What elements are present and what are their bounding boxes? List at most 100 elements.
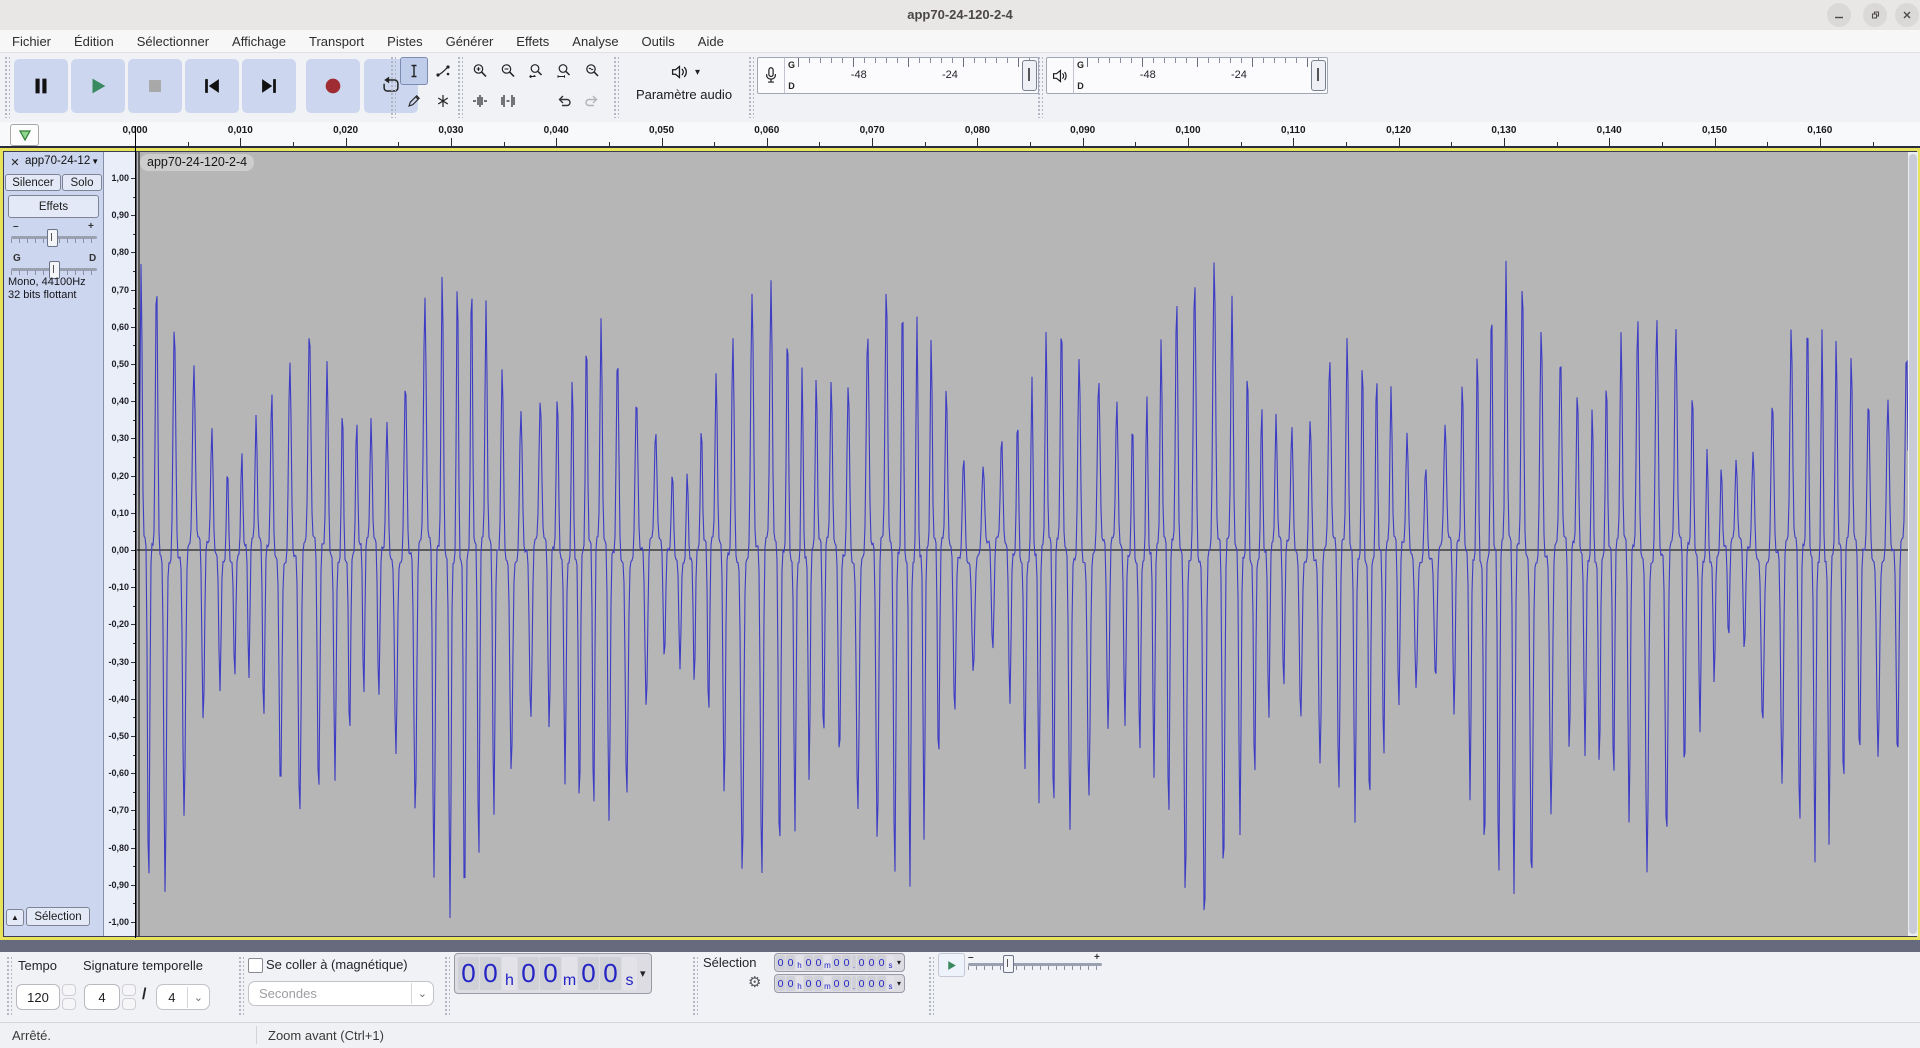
time-segment[interactable]: 0 — [578, 957, 599, 990]
time-segment[interactable]: 0 — [540, 957, 561, 990]
selection-tool-button[interactable] — [400, 57, 428, 85]
play-at-speed-button[interactable] — [938, 953, 965, 977]
chevron-down-icon[interactable]: ▾ — [897, 958, 901, 967]
selection-end-field[interactable]: 0 0 h 0 0 m 0 0. 0 0 0 s ▾ — [774, 974, 906, 993]
time-segment[interactable]: 0 — [877, 955, 886, 970]
menu-item-outils[interactable]: Outils — [642, 34, 675, 49]
gain-slider-thumb[interactable] — [47, 229, 58, 247]
time-segment[interactable]: . — [852, 976, 856, 991]
menu-item-selectionner[interactable]: Sélectionner — [137, 34, 209, 49]
timesig-spin-down[interactable] — [122, 998, 136, 1010]
envelope-tool-button[interactable] — [429, 57, 457, 85]
menu-item-affichage[interactable]: Affichage — [232, 34, 286, 49]
time-segment[interactable]: 0 — [776, 955, 785, 970]
tempo-spin-down[interactable] — [62, 998, 76, 1010]
menu-item-pistes[interactable]: Pistes — [387, 34, 422, 49]
audio-setup-button[interactable]: ▾ Paramètre audio — [622, 57, 746, 117]
recording-meter-grip[interactable] — [748, 56, 754, 118]
time-segment[interactable]: 0 — [814, 955, 823, 970]
track-close-button[interactable]: ✕ — [7, 154, 23, 170]
menu-item-fichier[interactable]: Fichier — [12, 34, 51, 49]
close-button[interactable] — [1895, 3, 1919, 27]
recording-meter[interactable]: G D -48 -24 — [757, 57, 1039, 94]
snap-checkbox[interactable] — [248, 958, 263, 973]
time-segment[interactable]: 0 — [857, 955, 866, 970]
redo-button[interactable] — [578, 87, 606, 115]
transport-toolbar-grip[interactable] — [4, 56, 10, 118]
menu-item-effets[interactable]: Effets — [516, 34, 549, 49]
draw-tool-button[interactable] — [400, 87, 428, 115]
track-name[interactable]: app70-24-12▼ — [25, 155, 99, 167]
vertical-ruler[interactable]: 1,00 0,90 0,80 0,70 0,60 0,50 0,40 0,30 0,20 0,10… — [104, 152, 137, 936]
menu-item-aide[interactable]: Aide — [698, 34, 724, 49]
time-segment[interactable]: 0 — [480, 957, 501, 990]
play-button[interactable] — [71, 59, 125, 113]
time-segment[interactable]: 0 — [832, 976, 841, 991]
pause-button[interactable] — [14, 59, 68, 113]
mic-icon[interactable] — [758, 58, 785, 93]
horizontal-scrollbar[interactable] — [0, 940, 1920, 952]
time-segment[interactable]: 0 — [804, 976, 813, 991]
time-segment[interactable]: h — [502, 957, 517, 990]
solo-button[interactable]: Solo — [62, 174, 102, 191]
time-segment[interactable]: 0 — [842, 955, 851, 970]
time-segment[interactable]: m — [824, 955, 831, 970]
speed-slider[interactable] — [968, 963, 1102, 966]
restore-button[interactable] — [1863, 3, 1887, 27]
time-segment[interactable]: 0 — [832, 955, 841, 970]
chevron-down-icon[interactable]: ▾ — [897, 979, 901, 988]
time-segment[interactable]: 0 — [786, 976, 795, 991]
waveform[interactable] — [137, 152, 1908, 936]
menu-item-generer[interactable]: Générer — [446, 34, 494, 49]
timeline-ruler[interactable]: 0,0000,0100,0200,0300,0400,0500,0600,070… — [0, 122, 1920, 148]
vertical-scrollbar[interactable] — [1908, 152, 1918, 936]
snap-toolbar-grip[interactable] — [238, 956, 244, 1016]
time-segment[interactable]: 0 — [857, 976, 866, 991]
time-segment[interactable]: m — [824, 976, 831, 991]
speaker-icon[interactable] — [1047, 58, 1074, 93]
volume-slider-thumb[interactable] — [1311, 60, 1326, 91]
time-segment[interactable]: s — [622, 957, 637, 990]
waveform-area[interactable]: app70-24-120-2-4 — [137, 152, 1908, 936]
timesig-upper-input[interactable]: 4 — [84, 984, 120, 1010]
multi-tool-button[interactable] — [429, 87, 457, 115]
timesig-lower-select[interactable]: 4 ⌄ — [156, 984, 210, 1010]
time-segment[interactable]: 0 — [804, 955, 813, 970]
tools-toolbar-grip[interactable] — [390, 56, 396, 118]
track-select-button[interactable]: Sélection — [26, 907, 90, 926]
zoom-out-button[interactable] — [494, 57, 522, 85]
speed-toolbar-grip[interactable] — [928, 956, 934, 1016]
zoom-toggle-button[interactable] — [578, 57, 606, 85]
trim-audio-button[interactable] — [466, 87, 494, 115]
time-display[interactable]: 0 0 h 0 0 m 0 0 s ▾ — [454, 953, 652, 994]
minimize-button[interactable] — [1827, 3, 1851, 27]
time-segment[interactable]: 0 — [867, 955, 876, 970]
time-toolbar-grip[interactable] — [444, 956, 450, 1016]
menu-item-edition[interactable]: Édition — [74, 34, 114, 49]
time-segment[interactable]: s — [887, 976, 894, 991]
tempo-spin-up[interactable] — [62, 984, 76, 996]
effects-button[interactable]: Effets — [8, 195, 99, 218]
time-segment[interactable]: 0 — [786, 955, 795, 970]
time-segment[interactable]: m — [562, 957, 577, 990]
timeline-options-button[interactable] — [10, 124, 39, 146]
title-bar[interactable]: app70-24-120-2-4 — [0, 0, 1920, 31]
zoom-in-button[interactable] — [466, 57, 494, 85]
time-segment[interactable]: h — [796, 955, 803, 970]
snap-mode-select[interactable]: Secondes ⌄ — [248, 981, 434, 1006]
undo-button[interactable] — [550, 87, 578, 115]
stop-button[interactable] — [128, 59, 182, 113]
silence-audio-button[interactable] — [494, 87, 522, 115]
time-segment[interactable]: 0 — [518, 957, 539, 990]
playback-meter[interactable]: G D -48 -24 — [1046, 57, 1328, 94]
gear-icon[interactable]: ⚙ — [748, 973, 761, 991]
skip-end-button[interactable] — [242, 59, 296, 113]
time-segment[interactable]: s — [887, 955, 894, 970]
menu-item-analyse[interactable]: Analyse — [572, 34, 618, 49]
selection-start-field[interactable]: 0 0 h 0 0 m 0 0. 0 0 0 s ▾ — [774, 953, 906, 972]
time-segment[interactable]: . — [852, 955, 856, 970]
zoom-toolbar-grip[interactable] — [457, 56, 463, 118]
skip-start-button[interactable] — [185, 59, 239, 113]
zoom-selection-button[interactable] — [522, 57, 550, 85]
mute-button[interactable]: Silencer — [5, 174, 61, 191]
